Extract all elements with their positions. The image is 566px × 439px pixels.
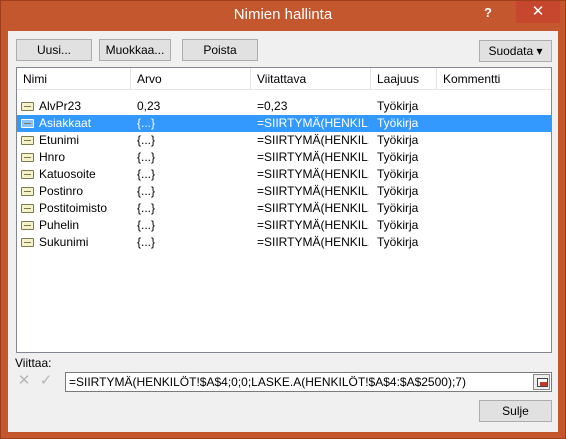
filter-button[interactable]: Suodata ▾ bbox=[479, 40, 552, 62]
row-value: {...} bbox=[137, 218, 156, 232]
list-item[interactable]: Postinro {...} =SIIRTYMÄ(HENKIL... Työkirja bbox=[17, 183, 551, 200]
edit-button[interactable]: Muokkaa... bbox=[99, 39, 171, 61]
row-scope: Työkirja bbox=[377, 99, 419, 113]
row-name: AlvPr23 bbox=[39, 99, 82, 113]
row-scope: Työkirja bbox=[377, 218, 419, 232]
row-value: {...} bbox=[137, 116, 156, 130]
row-comment bbox=[443, 200, 549, 217]
dialog-body: Uusi... Muokkaa... Poista Suodata ▾ Nimi… bbox=[8, 31, 558, 432]
row-value: {...} bbox=[137, 133, 156, 147]
row-refers-to: =SIIRTYMÄ(HENKIL... bbox=[257, 184, 369, 198]
cancel-edit-icon[interactable]: ✕ bbox=[15, 372, 33, 390]
refers-to-label: Viittaa: bbox=[15, 356, 52, 370]
row-refers-to: =SIIRTYMÄ(HENKIL... bbox=[257, 218, 369, 232]
list-item[interactable]: Hnro {...} =SIIRTYMÄ(HENKIL... Työkirja bbox=[17, 149, 551, 166]
row-name: Puhelin bbox=[39, 218, 80, 232]
close-button[interactable]: Sulje bbox=[479, 400, 552, 422]
row-value: {...} bbox=[137, 150, 156, 164]
column-header-value[interactable]: Arvo bbox=[131, 68, 251, 90]
list-item[interactable]: Etunimi {...} =SIIRTYMÄ(HENKIL... Työkirja bbox=[17, 132, 551, 149]
row-name: Katuosoite bbox=[39, 167, 96, 181]
named-range-icon bbox=[21, 221, 34, 230]
named-range-icon bbox=[21, 136, 34, 145]
row-comment bbox=[443, 115, 549, 132]
row-name: Postinro bbox=[39, 184, 84, 198]
row-value: {...} bbox=[137, 184, 156, 198]
list-header: Nimi Arvo Viitattava Laajuus Kommentti bbox=[17, 68, 551, 90]
named-range-icon bbox=[21, 187, 34, 196]
row-refers-to: =SIIRTYMÄ(HENKIL... bbox=[257, 167, 369, 181]
list-item[interactable]: Sukunimi {...} =SIIRTYMÄ(HENKIL... Työkirja bbox=[17, 234, 551, 251]
title-bar[interactable]: Nimien hallinta ? ✕ bbox=[1, 1, 565, 31]
list-item[interactable]: Postitoimisto {...} =SIIRTYMÄ(HENKIL... Työ… bbox=[17, 200, 551, 217]
row-value: {...} bbox=[137, 201, 156, 215]
row-scope: Työkirja bbox=[377, 116, 419, 130]
named-range-icon bbox=[21, 153, 34, 162]
named-range-icon bbox=[21, 102, 34, 111]
row-name: Hnro bbox=[39, 150, 66, 164]
row-name: Sukunimi bbox=[39, 235, 89, 249]
named-range-icon bbox=[21, 204, 34, 213]
column-header-scope[interactable]: Laajuus bbox=[371, 68, 437, 90]
refers-to-value: =SIIRTYMÄ(HENKILÖT!$A$4;0;0;LASKE.A(HENK… bbox=[69, 375, 466, 389]
named-range-icon bbox=[21, 238, 34, 247]
row-scope: Työkirja bbox=[377, 150, 419, 164]
row-scope: Työkirja bbox=[377, 133, 419, 147]
row-refers-to: =SIIRTYMÄ(HENKIL... bbox=[257, 116, 369, 130]
name-manager-dialog: Nimien hallinta ? ✕ Uusi... Muokkaa... P… bbox=[0, 0, 566, 439]
collapse-dialog-icon[interactable] bbox=[533, 374, 550, 390]
row-comment bbox=[443, 234, 549, 251]
row-value: {...} bbox=[137, 167, 156, 181]
row-name: Asiakkaat bbox=[39, 116, 92, 130]
named-range-icon bbox=[21, 119, 34, 128]
names-list[interactable]: Nimi Arvo Viitattava Laajuus Kommentti A… bbox=[16, 67, 552, 353]
row-refers-to: =SIIRTYMÄ(HENKIL... bbox=[257, 235, 369, 249]
list-item[interactable]: AlvPr23 0,23 =0,23 Työkirja bbox=[17, 98, 551, 115]
new-button[interactable]: Uusi... bbox=[16, 39, 92, 61]
list-item[interactable]: Katuosoite {...} =SIIRTYMÄ(HENKIL... Työkir… bbox=[17, 166, 551, 183]
row-refers-to: =0,23 bbox=[257, 99, 288, 113]
named-range-icon bbox=[21, 170, 34, 179]
row-value: {...} bbox=[137, 235, 156, 249]
refers-to-input[interactable]: =SIIRTYMÄ(HENKILÖT!$A$4;0;0;LASKE.A(HENK… bbox=[65, 372, 552, 392]
column-header-comment[interactable]: Kommentti bbox=[437, 68, 551, 90]
row-scope: Työkirja bbox=[377, 167, 419, 181]
list-item[interactable]: Puhelin {...} =SIIRTYMÄ(HENKIL... Työkirja bbox=[17, 217, 551, 234]
column-header-name[interactable]: Nimi bbox=[17, 68, 131, 90]
row-refers-to: =SIIRTYMÄ(HENKIL... bbox=[257, 201, 369, 215]
help-button[interactable]: ? bbox=[477, 4, 499, 24]
row-refers-to: =SIIRTYMÄ(HENKIL... bbox=[257, 133, 369, 147]
row-comment bbox=[443, 149, 549, 166]
row-name: Etunimi bbox=[39, 133, 80, 147]
delete-button[interactable]: Poista bbox=[182, 39, 258, 61]
row-comment bbox=[443, 132, 549, 149]
column-header-refers-to[interactable]: Viitattava bbox=[251, 68, 371, 90]
row-scope: Työkirja bbox=[377, 235, 419, 249]
row-comment bbox=[443, 183, 549, 200]
row-comment bbox=[443, 98, 549, 115]
row-comment bbox=[443, 166, 549, 183]
row-scope: Työkirja bbox=[377, 201, 419, 215]
row-refers-to: =SIIRTYMÄ(HENKIL... bbox=[257, 150, 369, 164]
row-scope: Työkirja bbox=[377, 184, 419, 198]
row-comment bbox=[443, 217, 549, 234]
list-item[interactable]: Asiakkaat {...} =SIIRTYMÄ(HENKIL... Työkirj… bbox=[17, 115, 551, 132]
confirm-edit-icon[interactable]: ✓ bbox=[37, 372, 55, 390]
close-window-button[interactable]: ✕ bbox=[516, 1, 560, 23]
row-name: Postitoimisto bbox=[39, 201, 108, 215]
row-value: 0,23 bbox=[137, 99, 161, 113]
